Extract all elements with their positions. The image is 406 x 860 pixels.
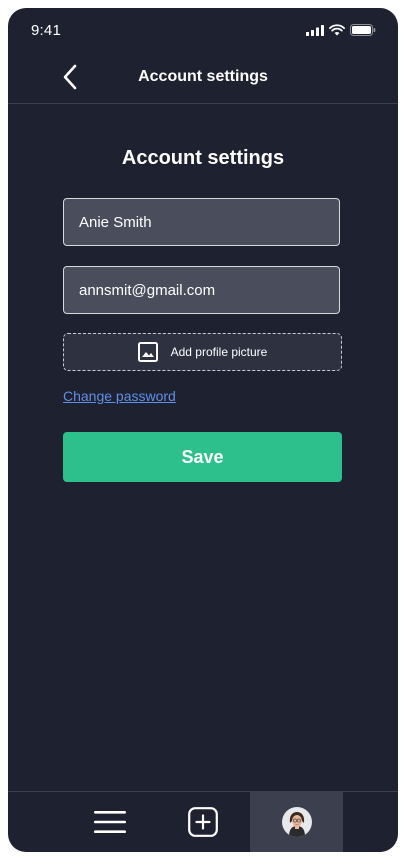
change-password-link[interactable]: Change password (63, 388, 176, 404)
add-profile-picture-button[interactable]: Add profile picture (63, 333, 342, 371)
bottom-nav (8, 791, 398, 852)
nav-item-add[interactable] (163, 792, 243, 852)
status-time: 9:41 (31, 22, 61, 39)
phone-screen: 9:41 Account settings Account settings A… (8, 8, 398, 852)
menu-icon (94, 811, 126, 833)
save-button[interactable]: Save (63, 432, 342, 482)
upload-label: Add profile picture (170, 345, 268, 359)
nav-item-profile[interactable] (250, 792, 343, 852)
nav-item-menu[interactable] (70, 792, 150, 852)
status-bar: 9:41 (8, 8, 398, 52)
image-icon (137, 342, 158, 362)
email-field[interactable] (63, 266, 340, 314)
nav-header: Account settings (8, 52, 398, 104)
wifi-icon (329, 24, 345, 36)
page-title: Account settings (121, 147, 285, 169)
header-title: Account settings (138, 68, 268, 85)
name-field[interactable] (63, 198, 340, 246)
cellular-signal-icon (306, 24, 324, 36)
add-square-icon (188, 807, 218, 837)
battery-icon (350, 24, 376, 36)
status-icons (306, 24, 376, 36)
avatar (281, 807, 312, 837)
